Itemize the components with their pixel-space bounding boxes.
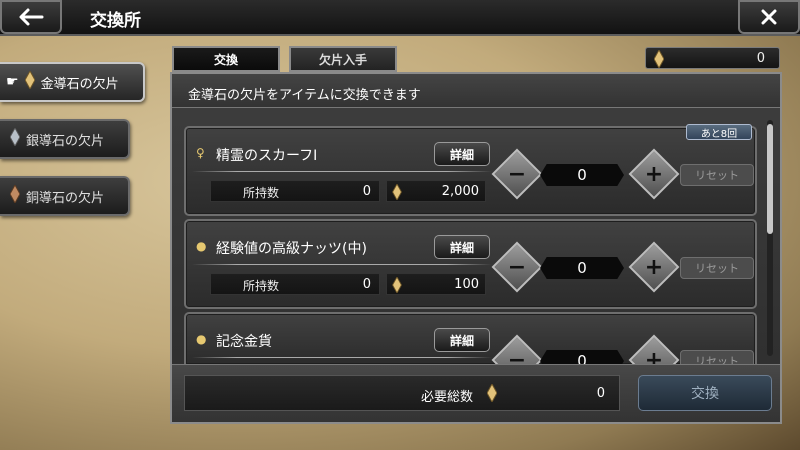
item-name: 精霊のスカーフⅠ	[216, 148, 318, 164]
reset-button[interactable]: リセット	[680, 164, 754, 186]
quantity-display: 0	[540, 350, 624, 364]
exchange-item-card: ● 経験値の高級ナッツ(中) 詳細 所持数 0 100 − 0 + リセット	[184, 219, 757, 309]
cost-value: 2,000	[441, 184, 479, 199]
plus-icon: +	[644, 161, 664, 187]
decrease-button[interactable]: −	[491, 148, 543, 200]
owned-count-box: 所持数 0	[210, 180, 380, 202]
description-text: 金導石の欠片をアイテムに交換できます	[188, 88, 421, 103]
divider	[192, 264, 492, 265]
arrow-left-icon	[19, 8, 44, 26]
owned-label: 所持数	[243, 279, 280, 293]
currency-display: 0	[645, 47, 780, 72]
sidebar-item-label: 銀導石の欠片	[26, 133, 105, 149]
detail-button[interactable]: 詳細	[434, 328, 490, 352]
exchange-panel: 金導石の欠片をアイテムに交換できます ♀ 精霊のスカーフⅠ 詳細 所持数 0 2…	[170, 72, 782, 424]
bronze-shard-icon	[9, 183, 21, 207]
tab-get-shards[interactable]: 欠片入手	[289, 46, 397, 72]
minus-icon: −	[507, 254, 527, 280]
increase-button[interactable]: +	[628, 241, 680, 293]
total-required-value: 0	[596, 386, 605, 401]
gold-shard-icon	[392, 276, 402, 297]
cost-box: 2,000	[386, 180, 486, 202]
scrollbar-thumb[interactable]	[767, 124, 773, 234]
minus-icon: −	[507, 161, 527, 187]
detail-button[interactable]: 詳細	[434, 235, 490, 259]
silver-shard-icon	[9, 126, 21, 150]
close-button[interactable]	[738, 0, 800, 34]
item-name: 記念金貨	[216, 334, 272, 350]
detail-button[interactable]: 詳細	[434, 142, 490, 166]
quantity-display: 0	[540, 257, 624, 279]
reset-button[interactable]: リセット	[680, 350, 754, 364]
exchange-item-card: ● 記念金貨 詳細 − 0 + リセット	[184, 312, 757, 364]
gold-shard-icon	[653, 48, 665, 72]
page-title: 交換所	[90, 11, 141, 31]
plus-icon: +	[644, 254, 664, 280]
owned-count-box: 所持数 0	[210, 273, 380, 295]
gold-shard-icon	[486, 382, 498, 406]
currency-value: 0	[756, 51, 765, 66]
exchange-button[interactable]: 交換	[638, 375, 772, 411]
gold-coin-icon: ●	[196, 332, 207, 346]
header-bar: 交換所	[0, 0, 800, 36]
tab-exchange[interactable]: 交換	[172, 46, 280, 72]
total-required-box: 必要総数 0	[184, 375, 620, 411]
nuts-icon: ●	[196, 239, 207, 253]
decrease-button[interactable]: −	[491, 241, 543, 293]
quantity-display: 0	[540, 164, 624, 186]
exchange-item-card: ♀ 精霊のスカーフⅠ 詳細 所持数 0 2,000 − 0 + リセット あと8…	[184, 124, 757, 216]
owned-label: 所持数	[243, 186, 280, 200]
owned-value: 0	[362, 184, 371, 199]
sidebar-item-label: 銅導石の欠片	[26, 190, 105, 206]
remaining-count-badge: あと8回	[686, 124, 752, 140]
cost-value: 100	[454, 277, 479, 292]
description-bar: 金導石の欠片をアイテムに交換できます	[172, 74, 780, 108]
footer-bar: 必要総数 0 交換	[172, 364, 780, 422]
sidebar-item-silver-shard[interactable]: 銀導石の欠片	[0, 119, 130, 159]
decrease-button[interactable]: −	[491, 334, 543, 365]
divider	[192, 357, 492, 358]
divider	[192, 171, 492, 172]
cost-box: 100	[386, 273, 486, 295]
plus-icon: +	[644, 347, 664, 365]
scarf-icon: ♀	[196, 146, 205, 160]
item-name: 経験値の高級ナッツ(中)	[216, 241, 367, 257]
increase-button[interactable]: +	[628, 148, 680, 200]
gold-shard-icon	[23, 69, 36, 93]
increase-button[interactable]: +	[628, 334, 680, 365]
sidebar-item-label: 金導石の欠片	[40, 76, 119, 92]
minus-icon: −	[507, 347, 527, 365]
close-icon	[761, 9, 777, 25]
total-required-label: 必要総数	[421, 390, 474, 405]
gold-shard-icon	[392, 183, 402, 204]
reset-button[interactable]: リセット	[680, 257, 754, 279]
sidebar-item-bronze-shard[interactable]: 銅導石の欠片	[0, 176, 130, 216]
sidebar-item-gold-shard[interactable]: ☛ 金導石の欠片	[0, 62, 145, 102]
owned-value: 0	[362, 277, 371, 292]
pointing-hand-icon: ☛	[6, 74, 19, 90]
back-button[interactable]	[0, 0, 62, 34]
